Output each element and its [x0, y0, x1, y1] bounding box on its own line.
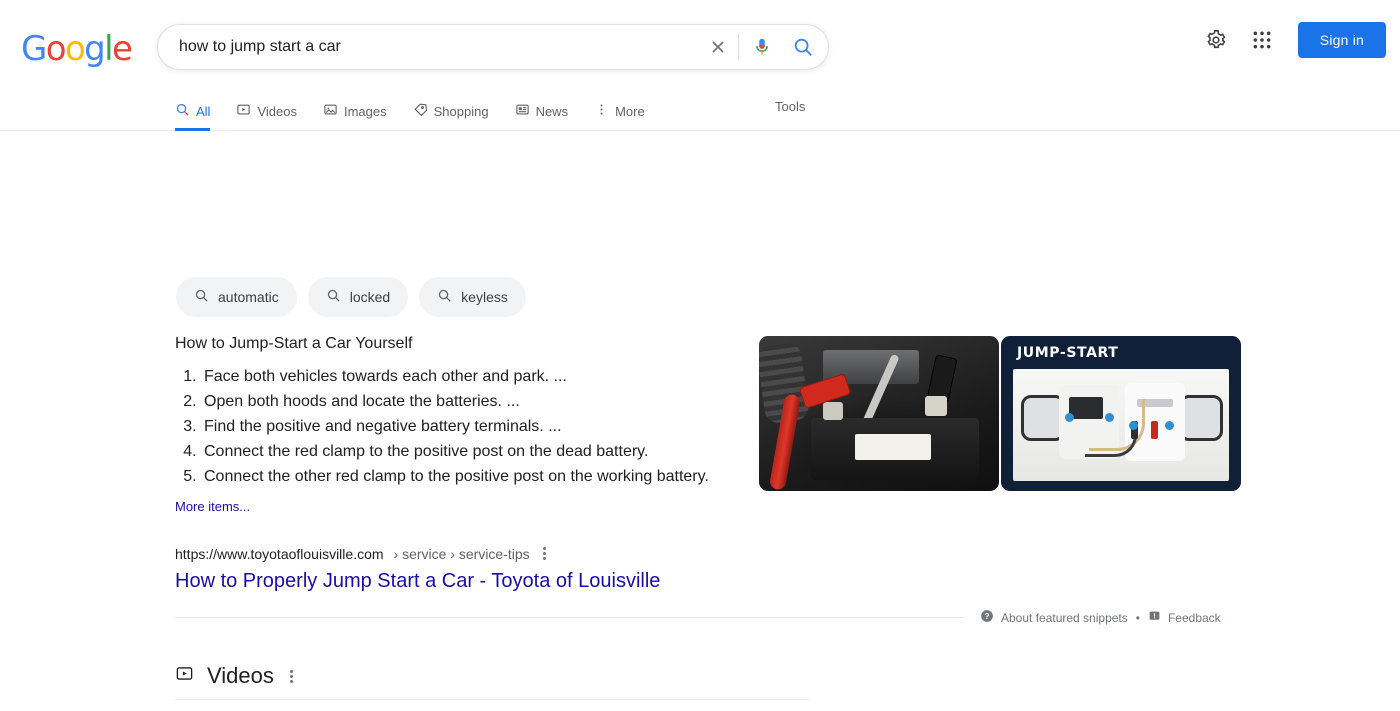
snippet-step: Connect the other red clamp to the posit… — [201, 464, 750, 489]
result-title-link[interactable]: How to Properly Jump Start a Car - Toyot… — [175, 568, 660, 594]
about-featured-snippets-link[interactable]: ? About featured snippets — [980, 609, 1128, 626]
apps-grid-icon[interactable] — [1240, 18, 1284, 62]
search-icon — [326, 288, 341, 306]
chip-label: locked — [349, 289, 391, 305]
tab-videos[interactable]: Videos — [223, 92, 310, 130]
snippet-step: Face both vehicles towards each other an… — [201, 364, 750, 389]
news-icon — [515, 102, 530, 120]
search-result-toyota: https://www.toyotaoflouisville.com › ser… — [175, 544, 660, 594]
search-icon[interactable] — [782, 25, 828, 69]
tab-shopping[interactable]: Shopping — [400, 92, 502, 130]
about-label: About featured snippets — [1001, 610, 1128, 625]
tab-more[interactable]: More — [581, 92, 658, 130]
diagram-terminal-dot — [1165, 421, 1174, 430]
page-header: Google how to jump start a car Sign in A… — [0, 0, 1400, 131]
logo-letter-g1: G — [21, 29, 47, 69]
search-box[interactable] — [157, 24, 829, 70]
diagram-red-clamp — [1151, 421, 1158, 439]
chip-label: keyless — [461, 289, 508, 305]
footer-separator: • — [1135, 610, 1140, 625]
header-actions: Sign in — [1194, 18, 1386, 62]
search-icon — [175, 102, 190, 120]
snippet-step: Find the positive and negative battery t… — [201, 414, 750, 439]
flag-icon — [1148, 610, 1161, 626]
tab-images-label: Images — [343, 103, 387, 119]
logo-letter-l: l — [104, 29, 113, 69]
gear-icon[interactable] — [1194, 18, 1238, 62]
related-search-chips: automatic locked keyless — [176, 277, 526, 317]
tag-icon — [413, 102, 428, 120]
video-icon — [175, 664, 194, 688]
snippet-step: Open both hoods and locate the batteries… — [201, 389, 750, 414]
search-nav-tabs: All Videos Images Shopping News More — [175, 92, 658, 131]
diagram-terminal-dot — [1105, 413, 1114, 422]
engine-bay-jumper-cables-photo[interactable] — [759, 336, 999, 491]
tab-all[interactable]: All — [175, 92, 223, 131]
battery-terminal-right — [925, 396, 947, 416]
snippet-images: JUMP-START — [759, 336, 1241, 491]
snippet-footer: ? About featured snippets • Feedback — [980, 609, 1221, 626]
feedback-link[interactable]: Feedback — [1148, 610, 1221, 626]
question-mark-icon: ? — [980, 609, 994, 626]
tab-videos-label: Videos — [257, 103, 297, 119]
videos-section-header: Videos — [175, 663, 296, 689]
sign-in-button[interactable]: Sign in — [1297, 22, 1386, 58]
feedback-label: Feedback — [1167, 610, 1221, 625]
chip-label: automatic — [218, 289, 279, 305]
videos-divider — [175, 699, 810, 700]
logo-letter-e: e — [112, 29, 133, 69]
featured-snippet: How to Jump-Start a Car Yourself Face bo… — [175, 335, 750, 514]
battery-label-shape — [855, 434, 931, 460]
tab-more-label: More — [615, 103, 645, 119]
result-domain: https://www.toyotaoflouisville.com — [175, 545, 384, 562]
logo-letter-g2: g — [84, 29, 106, 69]
tab-news-label: News — [535, 103, 569, 119]
search-icon — [194, 288, 209, 306]
image-icon — [323, 102, 338, 120]
battery-terminal-left — [823, 402, 843, 420]
chip-automatic[interactable]: automatic — [176, 277, 297, 317]
tab-shopping-label: Shopping — [433, 103, 489, 119]
result-url: https://www.toyotaoflouisville.com › ser… — [175, 544, 660, 563]
svg-text:?: ? — [985, 612, 990, 621]
logo-letter-o1: o — [45, 29, 67, 69]
diagram-terminal-dot — [1129, 421, 1138, 430]
snippet-divider — [175, 617, 965, 618]
tools-button[interactable]: Tools — [775, 99, 805, 114]
logo-letter-o2: o — [64, 29, 86, 69]
result-path: › service › service-tips — [393, 545, 530, 562]
diagram-terminal-dot — [1065, 413, 1074, 422]
kebab-icon — [594, 102, 609, 120]
chip-locked[interactable]: locked — [307, 277, 409, 317]
kebab-icon[interactable] — [287, 667, 296, 686]
jump-start-diagram[interactable]: JUMP-START — [1001, 336, 1241, 491]
snippet-title: How to Jump-Start a Car Yourself — [175, 335, 413, 352]
search-divider — [738, 34, 739, 60]
video-icon — [236, 102, 251, 120]
more-items-link[interactable]: More items... — [175, 499, 750, 514]
chip-keyless[interactable]: keyless — [419, 277, 526, 317]
tab-news[interactable]: News — [502, 92, 582, 130]
tab-all-label: All — [196, 103, 211, 119]
search-input[interactable] — [158, 38, 701, 56]
search-icon — [437, 288, 452, 306]
diagram-panel — [1013, 369, 1229, 481]
snippet-steps: Face both vehicles towards each other an… — [175, 364, 750, 489]
kebab-icon[interactable] — [540, 544, 549, 563]
tab-images[interactable]: Images — [310, 92, 400, 130]
diagram-caption: JUMP-START — [1017, 345, 1119, 361]
microphone-icon[interactable] — [742, 25, 782, 69]
videos-heading: Videos — [207, 663, 274, 688]
snippet-step: Connect the red clamp to the positive po… — [201, 439, 750, 464]
close-icon[interactable] — [701, 25, 735, 69]
google-logo[interactable]: Google — [21, 29, 133, 69]
diagram-car-right — [1179, 395, 1223, 441]
